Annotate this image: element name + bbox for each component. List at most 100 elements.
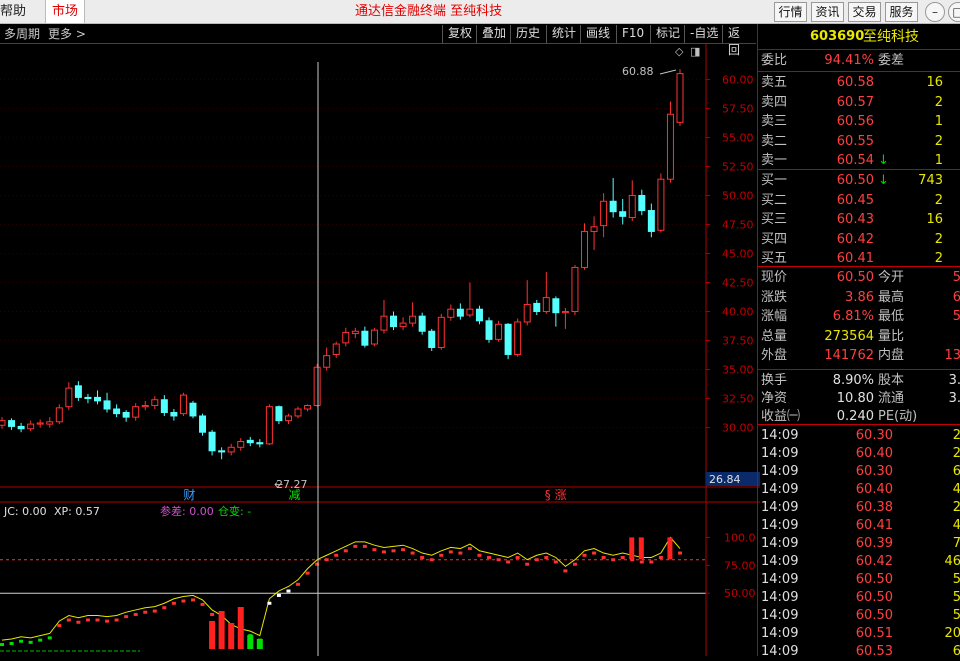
tick-row[interactable]: 14:09 60.42 46: [758, 552, 960, 571]
menu-help[interactable]: 帮助: [0, 0, 26, 23]
buy-level-row[interactable]: 买二 60.45 2: [758, 191, 960, 210]
tool-mark[interactable]: 标记: [650, 25, 685, 43]
news-button[interactable]: 资讯: [811, 2, 844, 22]
indicator-dot: [200, 602, 205, 606]
indicator-dot: [649, 560, 654, 564]
indicator-dot: [133, 612, 138, 616]
tick-row[interactable]: 14:09 60.50 5: [758, 570, 960, 589]
candle-body: [380, 315, 388, 331]
tick-row[interactable]: 14:09 60.30 6: [758, 462, 960, 481]
price-tick-label: 32.50: [722, 393, 754, 406]
stat-row[interactable]: 涨幅 6.81% 最低 5: [758, 307, 960, 326]
stat-value: 5: [952, 270, 960, 285]
sell-level-row[interactable]: 卖一 60.54 ↓ 1: [758, 151, 960, 170]
tool-stats[interactable]: 统计: [546, 25, 581, 43]
menu-market[interactable]: 市场: [45, 0, 85, 23]
indicator-dot: [171, 601, 176, 605]
tool-overlay[interactable]: 叠加: [476, 25, 511, 43]
buy-level-row[interactable]: 买一 60.50 ↓ 743: [758, 171, 960, 190]
multi-period-button[interactable]: 多周期: [4, 24, 40, 44]
indicator-dot: [114, 618, 119, 622]
candle-body: [447, 308, 455, 318]
indicator-dot: [286, 589, 291, 593]
tick-row[interactable]: 14:09 60.50 5: [758, 588, 960, 607]
stat-row[interactable]: 净资 10.80 流通 3.: [758, 389, 960, 408]
tick-time: 14:09: [761, 446, 799, 461]
sell-level-row[interactable]: 卖三 60.56 1: [758, 112, 960, 131]
indicator-line: [1, 536, 681, 641]
indicator-dot: [496, 558, 501, 562]
event-marker: 财: [183, 488, 195, 502]
low-arrow-icon: ←: [274, 478, 283, 491]
tick-row[interactable]: 14:09 60.39 7: [758, 534, 960, 553]
tool-history[interactable]: 历史: [510, 25, 545, 43]
candle-body: [676, 73, 684, 123]
candle-body: [370, 329, 378, 345]
stat-label: 总量: [761, 328, 788, 344]
restore-icon[interactable]: □: [948, 2, 960, 22]
sell-level-row[interactable]: 卖二 60.55 2: [758, 132, 960, 151]
stat-value: 273564: [824, 328, 874, 344]
kline-chart[interactable]: 60.00 57.50 55.00 52.50 50.00 47.50 45.00 42.50…: [0, 44, 760, 656]
service-button[interactable]: 服务: [885, 2, 918, 22]
jc-label: JC: 0.00: [3, 505, 47, 518]
candle-body: [523, 304, 531, 323]
price-tick-label: 52.50: [722, 160, 754, 173]
tick-volume: 2: [952, 500, 960, 515]
tick-time: 14:09: [761, 536, 799, 551]
buy-level-row[interactable]: 买三 60.43 16: [758, 210, 960, 229]
candle-body: [619, 211, 627, 217]
panel-toggle-icon[interactable]: ◨: [690, 45, 700, 58]
price-tick-label: 45.00: [722, 247, 754, 260]
order-level-label: 卖三: [761, 114, 788, 129]
indicator-dot: [9, 641, 14, 645]
indicator-dot: [420, 556, 425, 560]
stat-label: 内盘: [878, 348, 905, 363]
minimize-icon[interactable]: –: [925, 2, 945, 22]
diamond-icon[interactable]: ◇: [675, 45, 684, 58]
indicator-dot: [66, 618, 71, 622]
weibi-row: 委比 94.41% 委差: [758, 51, 960, 70]
indicator-dot: [38, 638, 43, 642]
sell-level-row[interactable]: 卖五 60.58 16: [758, 73, 960, 92]
tick-row[interactable]: 14:09 60.51 20: [758, 624, 960, 643]
tick-row[interactable]: 14:09 60.41 4: [758, 516, 960, 535]
buy-level-row[interactable]: 买四 60.42 2: [758, 230, 960, 249]
stat-row[interactable]: 总量 273564 量比: [758, 327, 960, 346]
tick-price: 60.41: [855, 518, 893, 533]
tick-row[interactable]: 14:09 60.53 6: [758, 642, 960, 661]
stat-value: 3.: [948, 373, 960, 388]
sell-level-row[interactable]: 卖四 60.57 2: [758, 93, 960, 112]
tick-row[interactable]: 14:09 60.50 5: [758, 606, 960, 625]
stat-row[interactable]: 涨跌 3.86 最高 6: [758, 288, 960, 307]
stock-code: 603690: [810, 29, 865, 44]
indicator-dot: [601, 556, 606, 560]
tool-watchlist[interactable]: -自选: [684, 25, 723, 43]
tool-back[interactable]: 返回: [722, 25, 756, 57]
indicator-dot: [210, 612, 215, 616]
tick-row[interactable]: 14:09 60.40 4: [758, 480, 960, 499]
price-tick-label: 57.50: [722, 102, 754, 115]
trade-button[interactable]: 交易: [848, 2, 881, 22]
tick-time: 14:09: [761, 554, 799, 569]
tick-row[interactable]: 14:09 60.30 2: [758, 426, 960, 445]
more-button[interactable]: 更多 >: [48, 24, 86, 44]
stat-row[interactable]: 外盘 141762 内盘 13: [758, 346, 960, 365]
indicator-dot: [391, 549, 396, 553]
price-grid: [0, 78, 706, 429]
tool-f10[interactable]: F10: [616, 25, 649, 43]
indicator-dot: [515, 556, 520, 560]
indicator-dot: [381, 550, 386, 554]
tool-fuquan[interactable]: 复权: [442, 25, 477, 43]
indicator-dot: [276, 593, 281, 597]
cangbian-label: 仓变: -: [218, 504, 251, 518]
tick-row[interactable]: 14:09 60.38 2: [758, 498, 960, 517]
tick-price: 60.42: [855, 554, 893, 569]
stat-row[interactable]: 换手 8.90% 股本 3.: [758, 371, 960, 390]
weibi-value: 94.41%: [824, 53, 874, 68]
quote-button[interactable]: 行情: [774, 2, 807, 22]
tool-draw[interactable]: 画线: [580, 25, 615, 43]
tick-row[interactable]: 14:09 60.40 2: [758, 444, 960, 463]
stat-row[interactable]: 现价 60.50 今开 5: [758, 268, 960, 287]
weibi-label: 委比: [761, 53, 788, 68]
